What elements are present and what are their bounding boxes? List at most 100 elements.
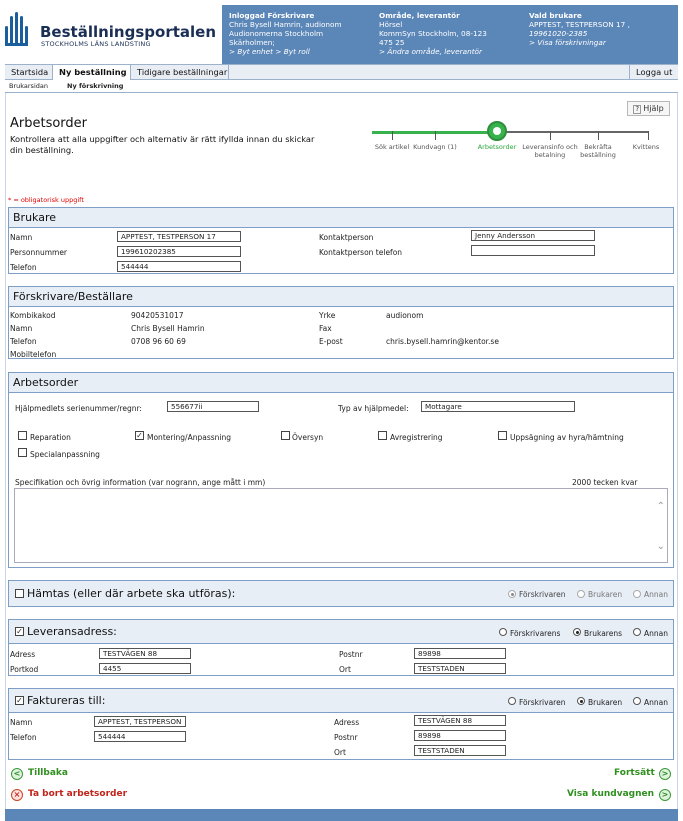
contact-phone-field[interactable]: [471, 245, 595, 256]
brukare-pnr-label: Personnummer: [10, 248, 68, 257]
avregistrering-checkbox[interactable]: [378, 431, 387, 440]
faktura-section: Faktureras till: ✓ Förskrivaren Brukaren…: [8, 688, 674, 760]
faktura-checkbox[interactable]: ✓: [15, 696, 24, 705]
sub-nav: Brukarsidan Ny förskrivning: [5, 80, 678, 93]
faktura-phone-field[interactable]: 544444: [94, 731, 186, 742]
faktura-postnr-field[interactable]: 89898: [414, 730, 506, 741]
faktura-radio-label: Annan: [644, 698, 668, 707]
forward-arrow-icon[interactable]: >: [659, 768, 671, 780]
spec-textarea[interactable]: ⌃ ⌄: [14, 488, 668, 563]
leverans-postnr-field[interactable]: 89898: [414, 648, 506, 659]
leverans-address-label: Adress: [10, 650, 36, 659]
specialanpassning-label: Specialanpassning: [30, 450, 100, 459]
hamtas-radio-brukaren[interactable]: [577, 590, 585, 598]
email-value: chris.bysell.hamrin@kentor.se: [386, 337, 499, 346]
yrke-label: Yrke: [319, 311, 336, 320]
faktura-name-label: Namn: [10, 718, 33, 727]
delete-icon[interactable]: ×: [11, 789, 23, 801]
subnav-ny-forskrivning[interactable]: Ny förskrivning: [67, 82, 123, 90]
step-tick: [550, 131, 551, 140]
logged-in-name: Chris Bysell Hamrin, audionom: [229, 20, 342, 29]
leverans-radio-annan[interactable]: [633, 628, 641, 636]
faktura-address-field[interactable]: TESTVÄGEN 88: [414, 715, 506, 726]
section-heading: Brukare: [9, 208, 673, 228]
leverans-address-field[interactable]: TESTVÄGEN 88: [99, 648, 191, 659]
leverans-radio-label: Brukarens: [584, 629, 622, 638]
faktura-radio-label: Brukaren: [588, 698, 623, 707]
forskrivare-section: Förskrivare/Beställare Kombikakod 904205…: [8, 286, 674, 359]
delete-order-button[interactable]: Ta bort arbetsorder: [28, 789, 127, 799]
user-pnr: 19961020-2385: [529, 29, 588, 38]
hamtas-radio-annan[interactable]: [633, 590, 641, 598]
scroll-up-icon[interactable]: ⌃: [657, 501, 665, 512]
hamtas-radio-label: Annan: [644, 590, 668, 599]
brukare-phone-field[interactable]: 544444: [117, 261, 241, 272]
brukare-pnr-field[interactable]: 199610202385: [117, 246, 241, 257]
page-description: Kontrollera att alla uppgifter och alter…: [10, 134, 315, 155]
leverans-ort-field[interactable]: TESTSTADEN: [414, 663, 506, 674]
step-kundvagn[interactable]: Kundvagn (1): [405, 143, 465, 151]
tab-tidigare-bestallningar[interactable]: Tidigare beställningar: [131, 65, 229, 80]
logged-in-unit-2: Skärholmen;: [229, 38, 275, 47]
back-arrow-icon[interactable]: <: [11, 768, 23, 780]
reparation-checkbox[interactable]: [18, 431, 27, 440]
email-label: E-post: [319, 337, 343, 346]
logo-icon: [5, 12, 35, 46]
hamtas-checkbox[interactable]: [15, 589, 24, 598]
logout-button[interactable]: Logga ut: [629, 65, 678, 80]
section-heading: Förskrivare/Beställare: [9, 287, 673, 307]
kombi-label: Kombikakod: [10, 311, 56, 320]
faktura-heading: Faktureras till:: [9, 689, 673, 713]
show-cart-button[interactable]: Visa kundvagnen: [567, 789, 654, 799]
user-name: APPTEST, TESTPERSON 17 ,: [529, 20, 630, 29]
faktura-radio-annan[interactable]: [633, 697, 641, 705]
leverans-radio-brukarens[interactable]: [573, 628, 581, 636]
contact-field[interactable]: Jenny Andersson: [471, 230, 595, 241]
brukare-name-field[interactable]: APPTEST, TESTPERSON 17: [117, 231, 241, 242]
serial-field[interactable]: 556677ii: [167, 401, 259, 412]
step-tick: [392, 131, 393, 140]
oversyn-label: Översyn: [292, 433, 324, 442]
faktura-radio-brukaren[interactable]: [577, 697, 585, 705]
forskrivare-phone-value: 0708 96 60 69: [131, 337, 186, 346]
specialanpassning-checkbox[interactable]: [18, 448, 27, 457]
leverans-checkbox[interactable]: ✓: [15, 627, 24, 636]
hamtas-radio-label: Brukaren: [588, 590, 623, 599]
tab-startsida[interactable]: Startsida: [5, 65, 53, 80]
show-prescriptions-link[interactable]: > Visa förskrivningar: [529, 38, 606, 47]
faktura-radio-forskrivaren[interactable]: [508, 697, 516, 705]
bottom-bar: [5, 809, 678, 821]
oversyn-checkbox[interactable]: [281, 431, 290, 440]
tab-ny-bestallning[interactable]: Ny beställning: [53, 65, 131, 81]
subnav-brukarsidan[interactable]: Brukarsidan: [9, 82, 48, 90]
area-info: Område, leverantör Hörsel KommSyn Stockh…: [379, 11, 487, 56]
faktura-ort-field[interactable]: TESTSTADEN: [414, 745, 506, 756]
change-unit-link[interactable]: > Byt enhet > Byt roll: [229, 47, 310, 56]
scroll-down-icon[interactable]: ⌄: [657, 541, 665, 552]
montering-checkbox[interactable]: ✓: [135, 431, 144, 440]
change-area-link[interactable]: > Ändra område, leverantör: [379, 47, 482, 56]
step-arbetsorder: Arbetsorder: [477, 143, 517, 151]
faktura-ort-label: Ort: [334, 748, 346, 757]
cart-arrow-icon[interactable]: >: [659, 789, 671, 801]
leverans-radio-forskrivarens[interactable]: [499, 628, 507, 636]
faktura-phone-label: Telefon: [10, 733, 37, 742]
uppsagning-label: Uppsägning av hyra/hämtning: [510, 433, 624, 442]
type-field[interactable]: Mottagare: [421, 401, 575, 412]
forskrivare-name-label: Namn: [10, 324, 33, 333]
logged-in-info: Inloggad Förskrivare Chris Bysell Hamrin…: [229, 11, 342, 56]
supplier-name: KommSyn Stockholm, 08-123: [379, 29, 487, 38]
area-name: Hörsel: [379, 20, 403, 29]
back-button[interactable]: Tillbaka: [28, 768, 68, 778]
page-title: Arbetsorder: [10, 116, 88, 131]
help-button[interactable]: ? Hjälp: [627, 101, 670, 116]
forskrivare-phone-label: Telefon: [10, 337, 37, 346]
brukare-name-label: Namn: [10, 233, 33, 242]
hamtas-section: Hämtas (eller där arbete ska utföras): F…: [8, 580, 674, 607]
faktura-name-field[interactable]: APPTEST, TESTPERSON: [94, 716, 186, 727]
hamtas-radio-forskrivaren[interactable]: [508, 590, 516, 598]
contact-phone-label: Kontaktperson telefon: [319, 248, 403, 257]
uppsagning-checkbox[interactable]: [498, 431, 507, 440]
continue-button[interactable]: Fortsätt: [614, 768, 655, 778]
leverans-portkod-field[interactable]: 4455: [99, 663, 191, 674]
